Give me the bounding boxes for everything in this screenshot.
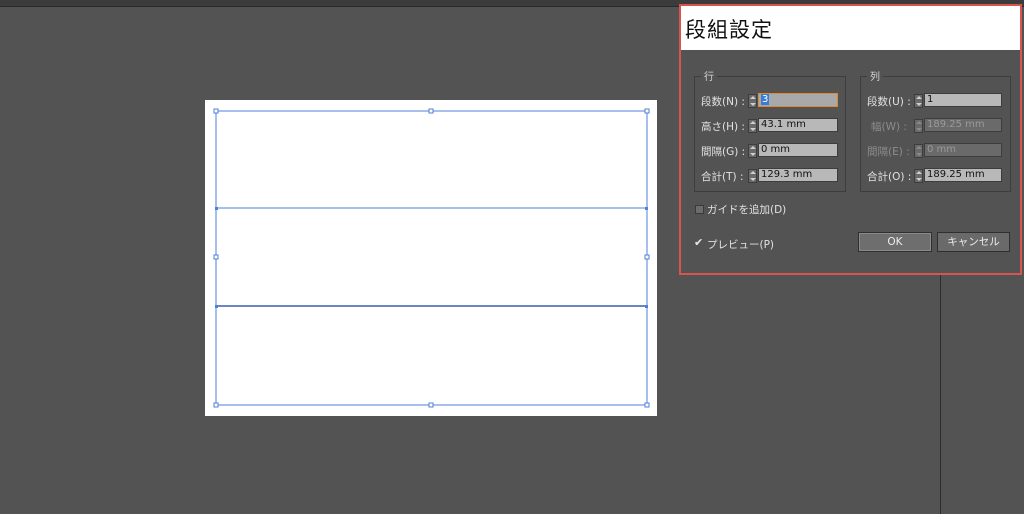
rows-total-stepper[interactable] xyxy=(748,169,757,183)
column-width-input: 189.25 mm xyxy=(924,118,1002,132)
row-height-stepper[interactable] xyxy=(748,119,757,133)
column-width-label: 幅(W) : xyxy=(871,121,907,133)
column-gutter-input: 0 mm xyxy=(924,143,1002,157)
split-into-grid-dialog: 段組設定 行 段数(N) : 3 高さ(H) : 43.1 mm 間隔(G) :… xyxy=(679,4,1022,275)
rows-group-label: 行 xyxy=(701,68,717,83)
cancel-button[interactable]: キャンセル xyxy=(937,232,1010,252)
columns-total-stepper[interactable] xyxy=(914,169,923,183)
columns-total-input[interactable]: 189.25 mm xyxy=(924,168,1002,182)
column-gutter-label: 間隔(E) : xyxy=(867,146,910,158)
handle-top-right[interactable] xyxy=(644,108,650,114)
rows-total-label: 合計(T) : xyxy=(701,171,744,183)
row-divider-1-right-anchor xyxy=(645,207,648,210)
handle-middle-left[interactable] xyxy=(213,254,219,260)
handle-bottom-center[interactable] xyxy=(428,402,434,408)
add-guides-label[interactable]: ガイドを追加(D) xyxy=(707,202,786,217)
row-divider-2-right-anchor xyxy=(645,305,648,308)
selected-object-guides[interactable] xyxy=(205,100,657,416)
row-divider-2-left-anchor xyxy=(215,305,218,308)
row-gutter-input[interactable]: 0 mm xyxy=(758,143,838,157)
rows-count-stepper[interactable] xyxy=(748,94,757,108)
columns-count-stepper[interactable] xyxy=(914,94,923,108)
handle-top-center[interactable] xyxy=(428,108,434,114)
dialog-title-bar[interactable]: 段組設定 xyxy=(681,6,1020,50)
preview-checkmark-icon[interactable]: ✔ xyxy=(694,236,703,249)
handle-bottom-right[interactable] xyxy=(644,402,650,408)
row-gutter-label: 間隔(G) : xyxy=(701,146,746,158)
row-divider-1-left-anchor xyxy=(215,207,218,210)
selection-bounding-box[interactable] xyxy=(215,110,648,406)
columns-total-label: 合計(O) : xyxy=(867,171,912,183)
dialog-title: 段組設定 xyxy=(685,18,773,42)
row-height-input[interactable]: 43.1 mm xyxy=(758,118,838,132)
ok-button[interactable]: OK xyxy=(858,232,932,252)
handle-top-left[interactable] xyxy=(213,108,219,114)
row-height-label: 高さ(H) : xyxy=(701,121,745,133)
add-guides-checkbox[interactable] xyxy=(695,205,704,214)
rows-count-input[interactable]: 3 xyxy=(758,93,838,107)
columns-group-label: 列 xyxy=(867,68,883,83)
column-width-stepper xyxy=(914,119,923,133)
columns-count-input[interactable]: 1 xyxy=(924,93,1002,107)
preview-label[interactable]: プレビュー(P) xyxy=(707,237,774,252)
rows-total-input[interactable]: 129.3 mm xyxy=(758,168,838,182)
column-gutter-stepper xyxy=(914,144,923,158)
rows-count-label: 段数(N) : xyxy=(701,96,745,108)
handle-middle-right[interactable] xyxy=(644,254,650,260)
artboard[interactable] xyxy=(205,100,657,416)
row-gutter-stepper[interactable] xyxy=(748,144,757,158)
handle-bottom-left[interactable] xyxy=(213,402,219,408)
columns-count-label: 段数(U) : xyxy=(867,96,911,108)
